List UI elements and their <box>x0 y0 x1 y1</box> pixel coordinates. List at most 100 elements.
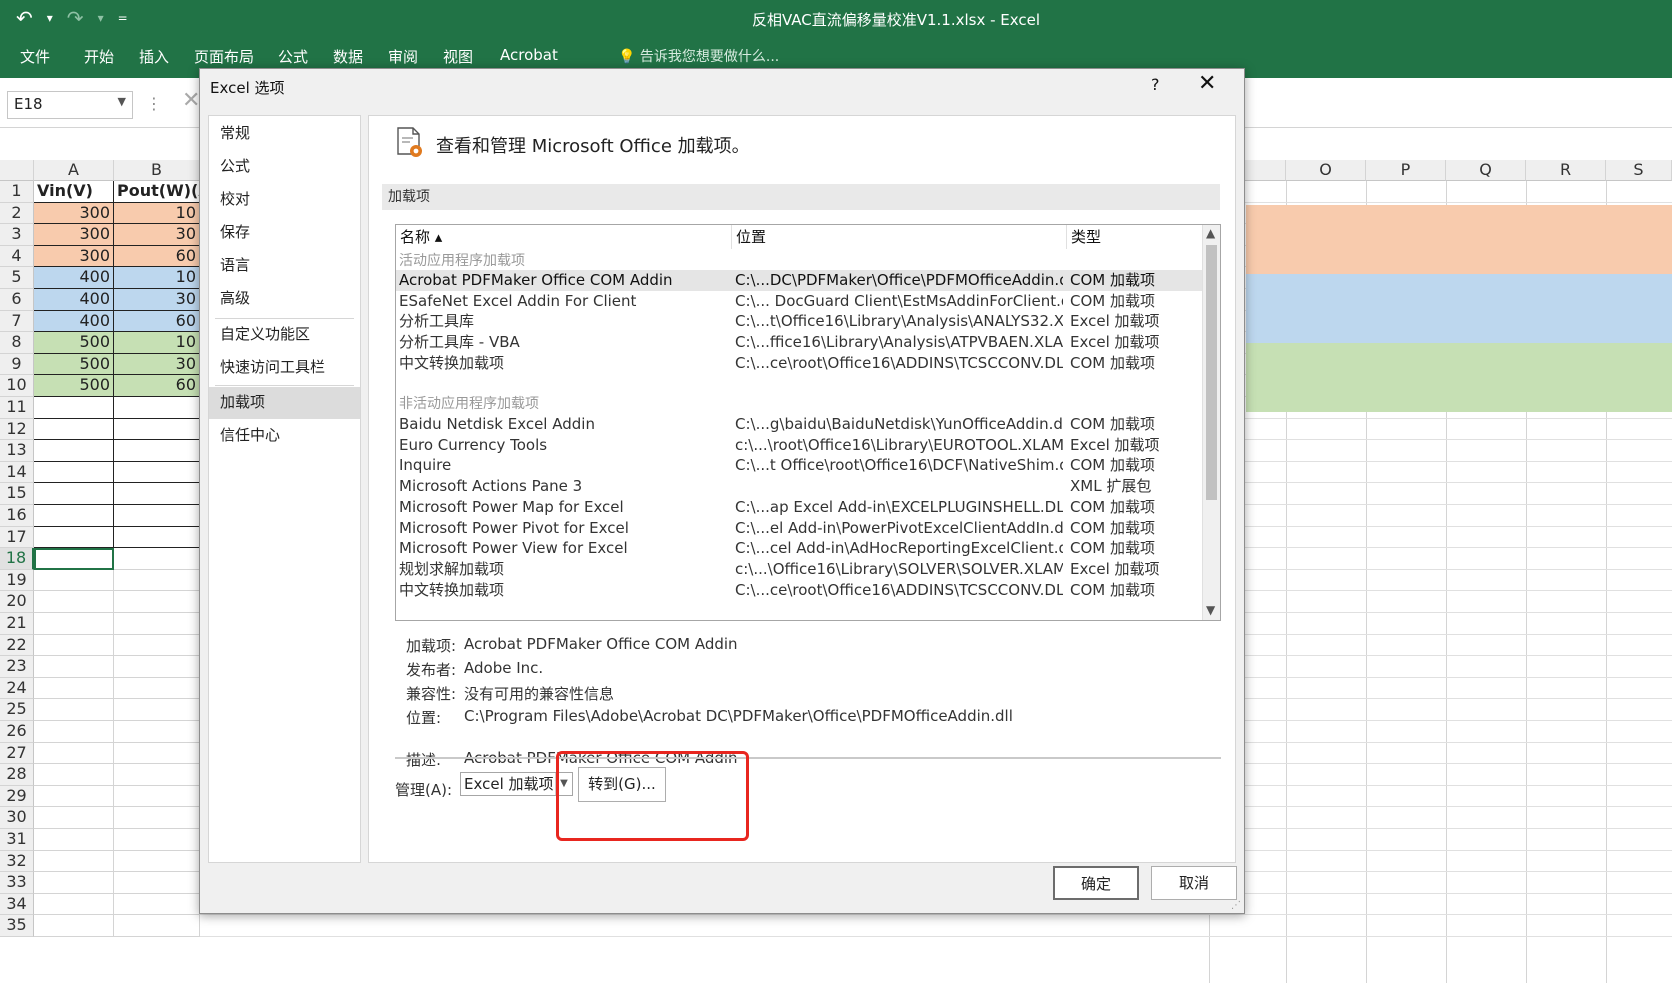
add-in-row[interactable]: Microsoft Power Pivot for Excel C:\...el … <box>396 518 1204 539</box>
row-header[interactable]: 17 <box>0 526 34 549</box>
cell-a22[interactable] <box>34 634 114 657</box>
cell-a32[interactable] <box>34 850 114 873</box>
cell-b6[interactable]: 30 <box>114 289 200 311</box>
cell-b9[interactable]: 30 <box>114 353 200 376</box>
row-header[interactable]: 2 <box>0 202 34 225</box>
column-header-r[interactable]: R <box>1526 160 1606 181</box>
row-header[interactable]: 20 <box>0 591 34 613</box>
vertical-scrollbar[interactable]: ▲ ▼ <box>1202 225 1220 620</box>
cell-a5[interactable]: 400 <box>34 267 114 289</box>
row-header[interactable]: 7 <box>0 310 34 333</box>
help-icon[interactable]: ? <box>1151 75 1160 94</box>
cell-b22[interactable] <box>114 634 200 657</box>
drag-handle-icon[interactable]: ⋮ <box>146 94 162 113</box>
add-in-row[interactable]: ESafeNet Excel Addin For Client C:\... Do… <box>396 291 1204 312</box>
cell-a16[interactable] <box>34 505 114 527</box>
nav-item-general[interactable]: 常规 <box>209 118 360 150</box>
row-header[interactable]: 34 <box>0 893 34 916</box>
add-in-row[interactable]: Microsoft Power View for Excel C:\...cel … <box>396 538 1204 559</box>
cell-b20[interactable] <box>114 591 200 613</box>
tab-page-layout[interactable]: 页面布局 <box>194 46 254 67</box>
row-header[interactable]: 10 <box>0 375 34 397</box>
cell-a23[interactable] <box>34 656 114 678</box>
nav-item-trust-center[interactable]: 信任中心 <box>209 420 360 452</box>
tab-formulas[interactable]: 公式 <box>278 46 308 67</box>
column-header-name[interactable]: 名称 ▴ <box>396 225 732 249</box>
tab-insert[interactable]: 插入 <box>139 46 169 67</box>
cell-b12[interactable] <box>114 418 200 441</box>
cell-a9[interactable]: 500 <box>34 353 114 376</box>
cell-b24[interactable] <box>114 677 200 700</box>
cell-b13[interactable] <box>114 440 200 462</box>
add-in-row[interactable]: Inquire C:\...t Office\root\Office16\DCF\… <box>396 455 1204 476</box>
add-in-row[interactable]: Euro Currency Tools c:\...\root\Office16\… <box>396 435 1204 456</box>
row-header[interactable]: 15 <box>0 483 34 505</box>
row-header[interactable]: 6 <box>0 289 34 311</box>
resize-grip-icon[interactable]: ⋰ <box>1231 900 1241 911</box>
cell-a26[interactable] <box>34 721 114 743</box>
row-header[interactable]: 21 <box>0 613 34 635</box>
scroll-down-icon[interactable]: ▼ <box>1206 603 1215 617</box>
cell-b34[interactable] <box>114 893 200 916</box>
row-header[interactable]: 33 <box>0 872 34 894</box>
cell-b17[interactable] <box>114 526 200 549</box>
cell-a12[interactable] <box>34 418 114 441</box>
cell-a35[interactable] <box>34 915 114 937</box>
cell-b26[interactable] <box>114 721 200 743</box>
column-header-type[interactable]: 类型 <box>1067 225 1204 249</box>
row-header[interactable]: 28 <box>0 764 34 786</box>
nav-item-language[interactable]: 语言 <box>209 250 360 282</box>
row-header[interactable]: 13 <box>0 440 34 462</box>
row-header[interactable]: 29 <box>0 785 34 808</box>
add-in-row[interactable]: Baidu Netdisk Excel Addin C:\...g\baidu\B… <box>396 414 1204 435</box>
tab-file[interactable]: 文件 <box>20 46 50 67</box>
row-header[interactable]: 9 <box>0 353 34 376</box>
tab-review[interactable]: 审阅 <box>388 46 418 67</box>
add-in-row[interactable]: 中文转换加载项 C:\...ce\root\Office16\ADDINS\TCS… <box>396 353 1204 374</box>
column-header-p[interactable]: P <box>1366 160 1446 181</box>
cell-a25[interactable] <box>34 699 114 721</box>
row-header[interactable]: 14 <box>0 461 34 484</box>
cell-b14[interactable] <box>114 461 200 484</box>
column-header-q[interactable]: Q <box>1446 160 1526 181</box>
cell-a2[interactable]: 300 <box>34 202 114 225</box>
add-in-row[interactable]: Microsoft Actions Pane 3 XML 扩展包 <box>396 476 1204 497</box>
row-header[interactable]: 31 <box>0 829 34 851</box>
row-header[interactable]: 5 <box>0 267 34 289</box>
tab-data[interactable]: 数据 <box>333 46 363 67</box>
tab-home[interactable]: 开始 <box>84 46 114 67</box>
cell-b15[interactable] <box>114 483 200 505</box>
nav-item-formulas[interactable]: 公式 <box>209 151 360 183</box>
cell-a1[interactable]: Vin(V) <box>34 181 114 203</box>
cell-b2[interactable]: 10 <box>114 202 200 225</box>
cell-b11[interactable] <box>114 397 200 419</box>
row-header[interactable]: 22 <box>0 634 34 657</box>
row-header[interactable]: 12 <box>0 418 34 441</box>
cell-a21[interactable] <box>34 613 114 635</box>
add-in-row[interactable]: Microsoft Power Map for Excel C:\...ap Ex… <box>396 497 1204 518</box>
cancel-button[interactable]: 取消 <box>1151 866 1237 900</box>
scroll-thumb[interactable] <box>1206 245 1217 500</box>
nav-item-add-ins[interactable]: 加载项 <box>209 387 360 419</box>
cell-a24[interactable] <box>34 677 114 700</box>
ok-button[interactable]: 确定 <box>1053 866 1139 900</box>
cell-a30[interactable] <box>34 807 114 829</box>
add-in-row[interactable]: 分析工具库 C:\...t\Office16\Library\Analysis\A… <box>396 311 1204 332</box>
cell-a27[interactable] <box>34 742 114 765</box>
cell-b16[interactable] <box>114 505 200 527</box>
cell-b8[interactable]: 10 <box>114 332 200 354</box>
row-header[interactable]: 30 <box>0 807 34 829</box>
nav-item-proofing[interactable]: 校对 <box>209 184 360 216</box>
cell-a3[interactable]: 300 <box>34 224 114 246</box>
cell-b29[interactable] <box>114 785 200 808</box>
cell-b35[interactable] <box>114 915 200 937</box>
tab-view[interactable]: 视图 <box>443 46 473 67</box>
cell-a18[interactable] <box>34 548 114 570</box>
cell-b5[interactable]: 10 <box>114 267 200 289</box>
cell-a31[interactable] <box>34 829 114 851</box>
nav-item-customize-ribbon[interactable]: 自定义功能区 <box>209 319 360 351</box>
row-header[interactable]: 4 <box>0 245 34 268</box>
add-in-row[interactable]: Acrobat PDFMaker Office COM Addin C:\...D… <box>396 270 1204 291</box>
name-box[interactable]: E18 ▼ <box>7 91 133 119</box>
cell-a28[interactable] <box>34 764 114 786</box>
